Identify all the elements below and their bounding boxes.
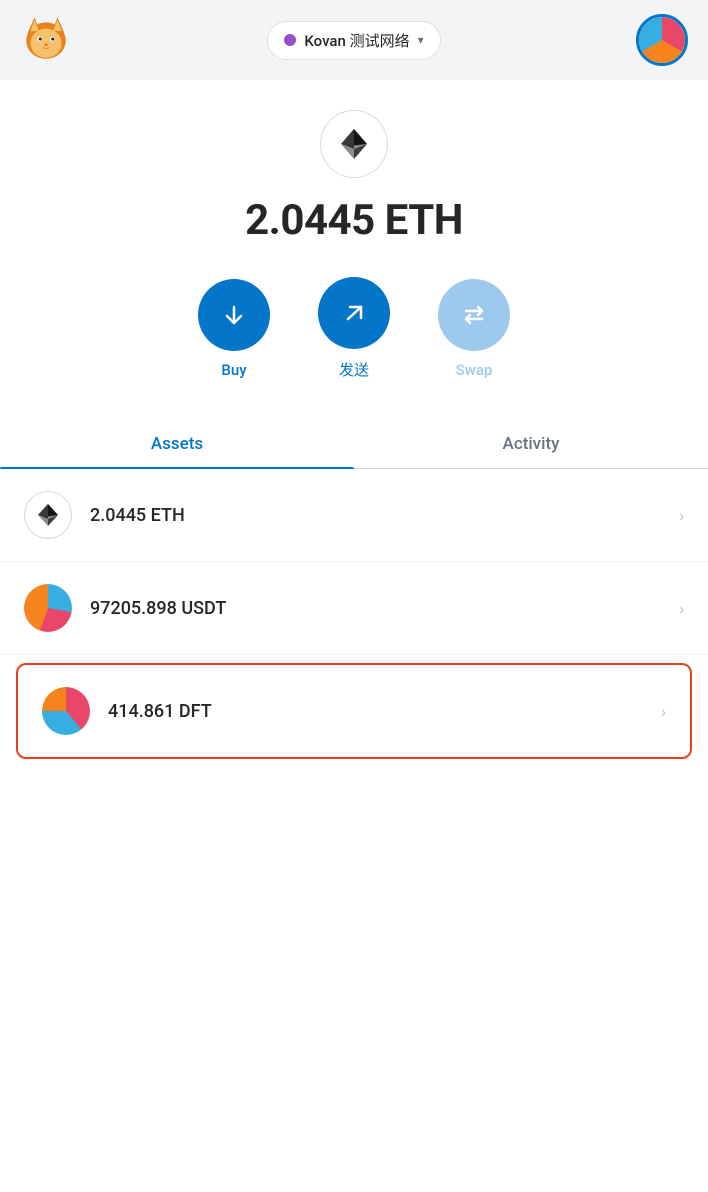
asset-row-eth[interactable]: 2.0445 ETH › (0, 469, 708, 562)
tab-assets[interactable]: Assets (0, 420, 354, 468)
wallet-balance: 2.0445 ETH (245, 196, 463, 245)
eth-asset-amount: 2.0445 ETH (90, 505, 679, 526)
asset-row-dft[interactable]: 414.861 DFT › (16, 663, 692, 759)
network-indicator-dot (284, 34, 296, 46)
eth-row-chevron: › (679, 506, 684, 525)
eth-logo-icon (320, 110, 388, 178)
usdt-row-chevron: › (679, 599, 684, 618)
chevron-down-icon: ▾ (418, 33, 424, 47)
header: Kovan 测试网络 ▾ (0, 0, 708, 80)
dft-asset-amount: 414.861 DFT (108, 701, 661, 722)
usdt-asset-amount: 97205.898 USDT (90, 598, 679, 619)
tab-activity[interactable]: Activity (354, 420, 708, 468)
asset-list: 2.0445 ETH › 97205.898 USDT › 414.861 DF… (0, 469, 708, 767)
dft-icon-graphic (42, 687, 90, 735)
swap-button[interactable] (438, 279, 510, 351)
send-button[interactable] (318, 277, 390, 349)
tabs-container: Assets Activity (0, 420, 708, 469)
usdt-icon-graphic (24, 584, 72, 632)
buy-label: Buy (221, 361, 246, 379)
action-buttons-row: Buy 发送 Swap (198, 277, 510, 380)
swap-label: Swap (456, 361, 493, 379)
send-button-wrapper[interactable]: 发送 (318, 277, 390, 380)
usdt-asset-icon (24, 584, 72, 632)
swap-button-wrapper[interactable]: Swap (438, 279, 510, 379)
network-name-label: Kovan 测试网络 (304, 30, 409, 51)
avatar-image (639, 17, 685, 63)
eth-asset-icon (24, 491, 72, 539)
dft-asset-icon (42, 687, 90, 735)
buy-button-wrapper[interactable]: Buy (198, 279, 270, 379)
asset-row-usdt[interactable]: 97205.898 USDT › (0, 562, 708, 655)
account-avatar[interactable] (636, 14, 688, 66)
buy-button[interactable] (198, 279, 270, 351)
main-content: 2.0445 ETH Buy 发送 (0, 80, 708, 1192)
metamask-logo (20, 12, 72, 68)
network-selector[interactable]: Kovan 测试网络 ▾ (267, 21, 440, 60)
dft-row-chevron: › (661, 702, 666, 721)
send-label: 发送 (339, 359, 369, 380)
